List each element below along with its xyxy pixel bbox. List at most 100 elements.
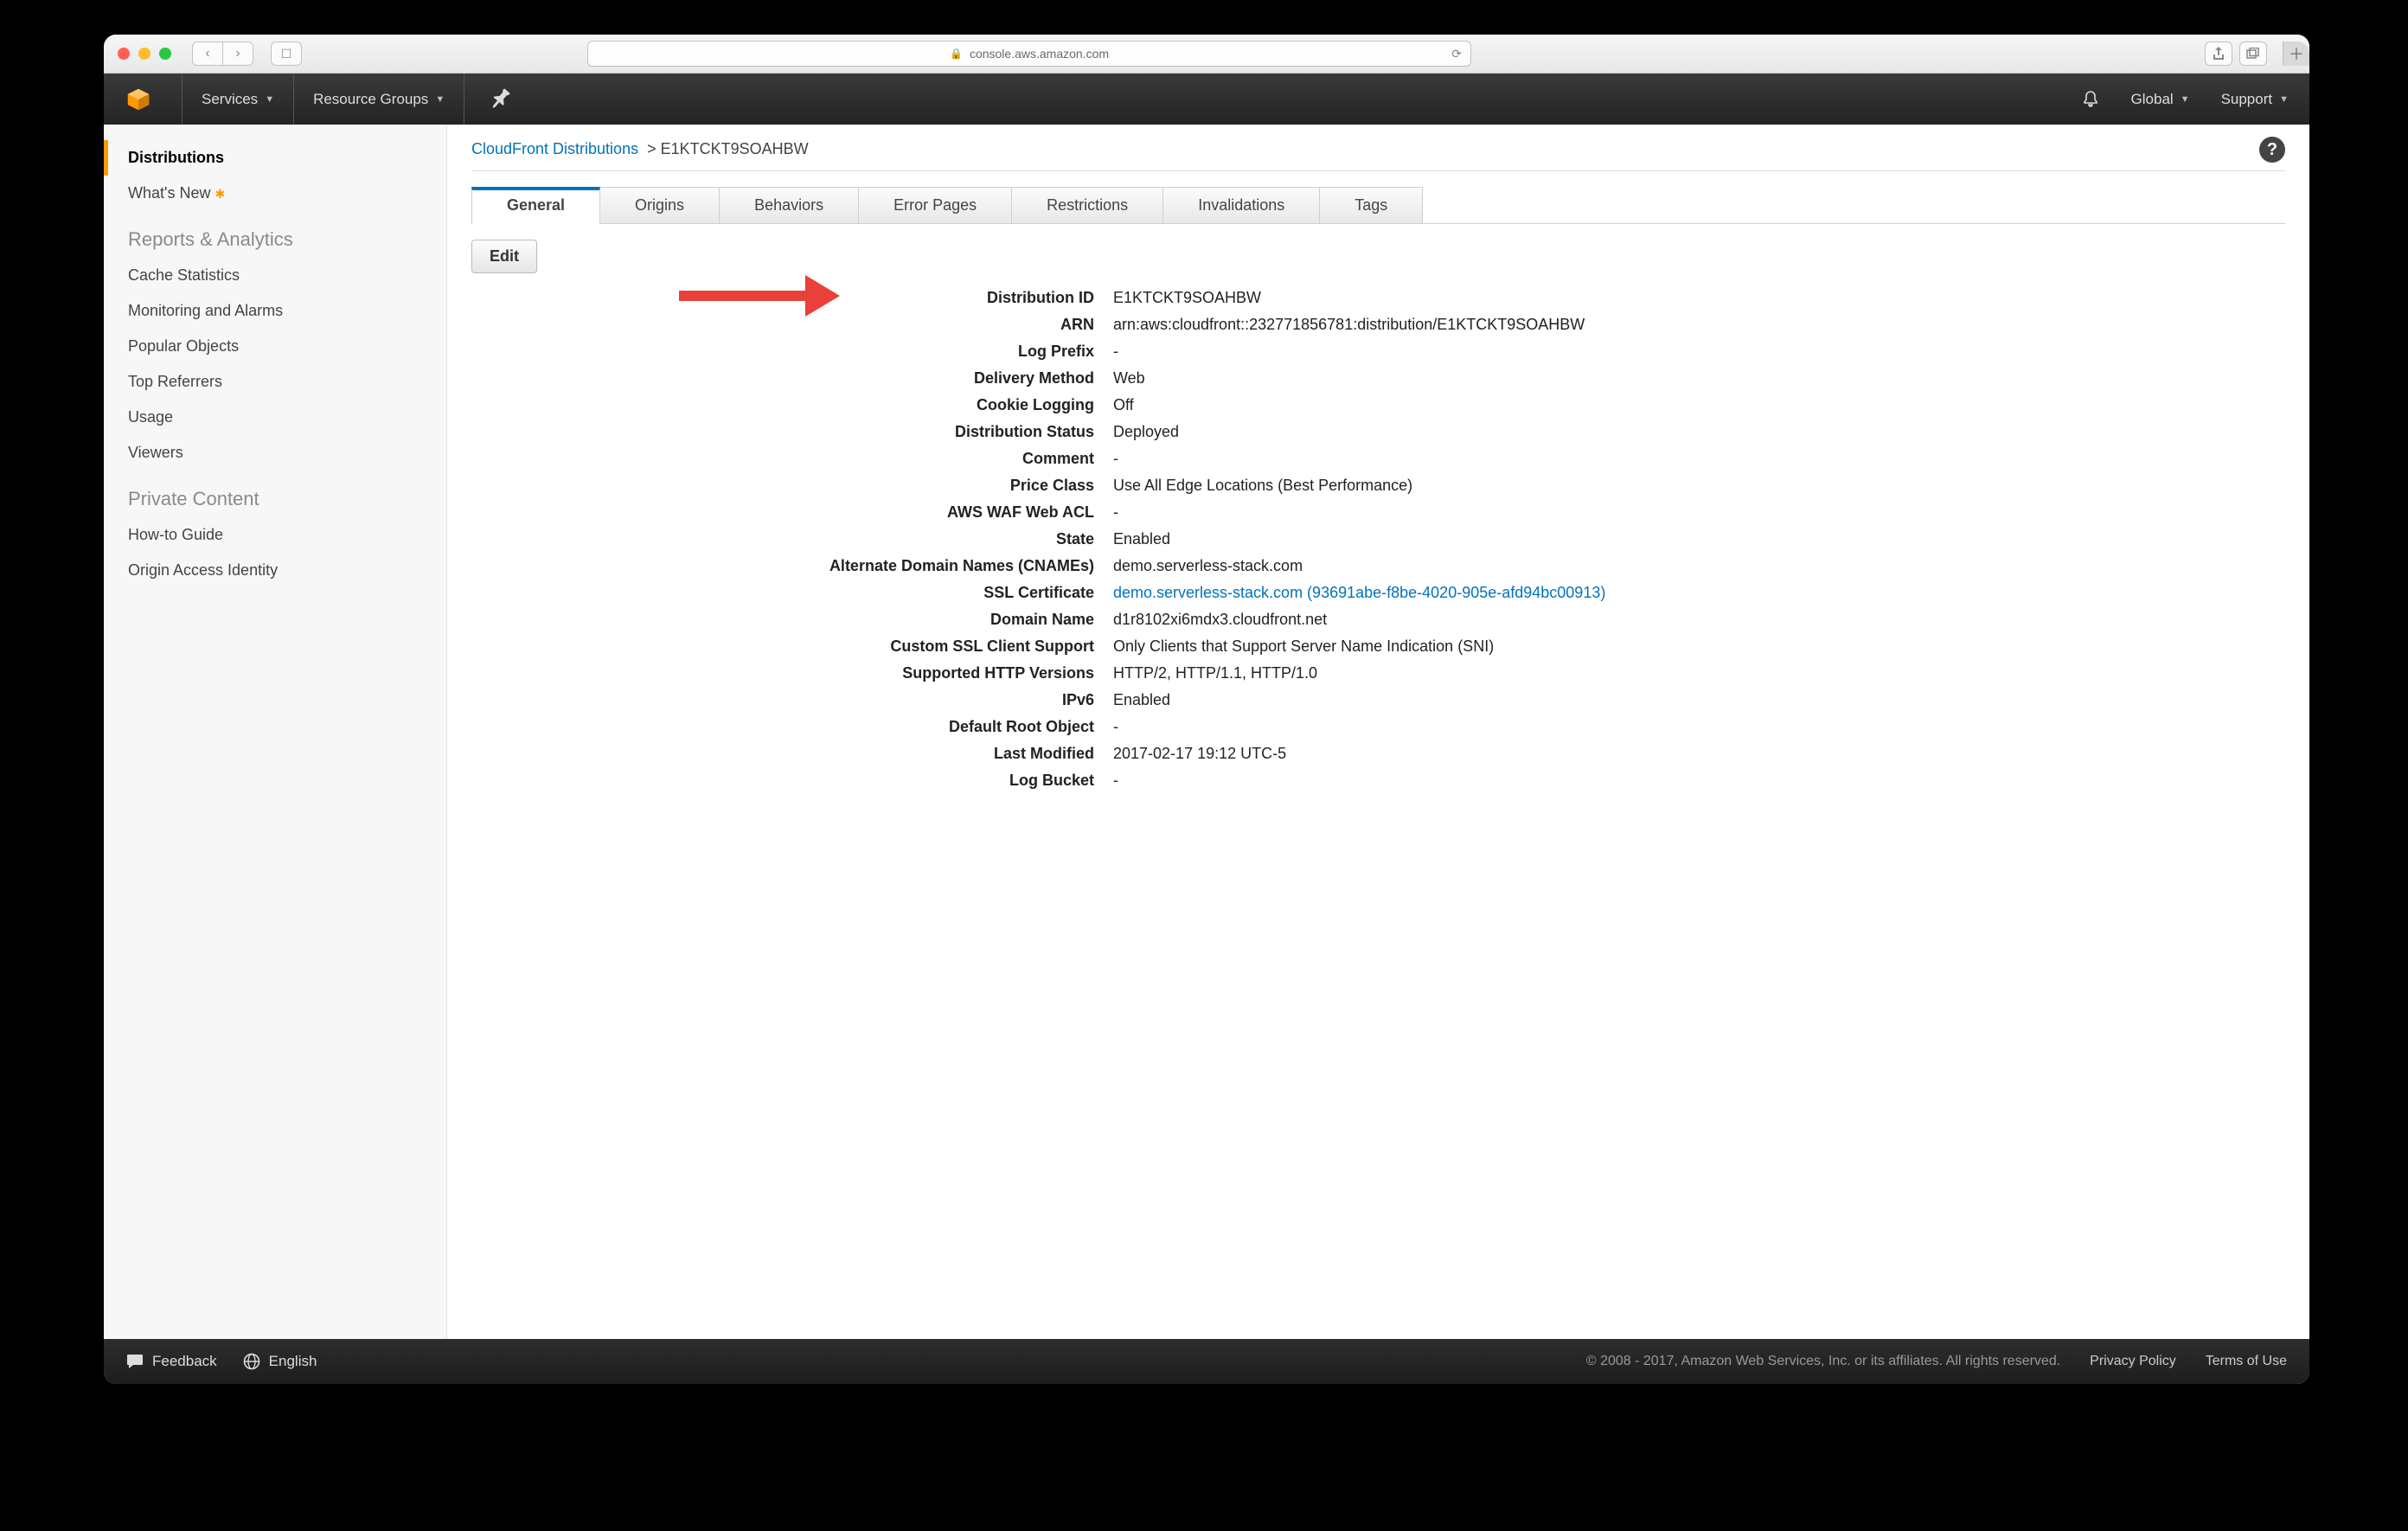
label-distribution-status: Distribution Status xyxy=(471,423,1094,441)
value-ssl-cert: demo.serverless-stack.com (93691abe-f8be… xyxy=(1113,584,2285,602)
value-price-class: Use All Edge Locations (Best Performance… xyxy=(1113,477,2285,495)
label-cookie-logging: Cookie Logging xyxy=(471,396,1094,414)
label-distribution-id: Distribution ID xyxy=(471,289,1094,307)
feedback-label: Feedback xyxy=(152,1353,217,1370)
value-last-modified: 2017-02-17 19:12 UTC-5 xyxy=(1113,745,2285,763)
copyright-text: © 2008 - 2017, Amazon Web Services, Inc.… xyxy=(1586,1354,2060,1369)
tabs-icon xyxy=(2246,48,2260,60)
help-button[interactable]: ? xyxy=(2259,137,2285,163)
caret-down-icon: ▼ xyxy=(435,94,445,105)
label-ssl-cert: SSL Certificate xyxy=(471,584,1094,602)
window-minimize-button[interactable] xyxy=(138,48,150,60)
whats-new-label: What's New xyxy=(128,184,210,202)
label-state: State xyxy=(471,530,1094,548)
sidebar-section-private: Private Content xyxy=(104,471,446,517)
new-tab-button[interactable]: ＋ xyxy=(2283,42,2309,66)
region-menu[interactable]: Global ▼ xyxy=(2128,91,2193,108)
left-nav: Distributions What's New ✱ Reports & Ana… xyxy=(104,125,447,1339)
share-icon xyxy=(2213,47,2225,61)
window-zoom-button[interactable] xyxy=(159,48,171,60)
sidebar-item-viewers[interactable]: Viewers xyxy=(104,435,446,471)
value-cnames: demo.serverless-stack.com xyxy=(1113,557,2285,575)
services-menu[interactable]: Services ▼ xyxy=(198,91,278,108)
breadcrumb: CloudFront Distributions > E1KTCKT9SOAHB… xyxy=(471,140,2285,170)
value-distribution-id: E1KTCKT9SOAHBW xyxy=(1113,289,2285,307)
speech-bubble-icon xyxy=(126,1354,144,1369)
tab-origins[interactable]: Origins xyxy=(599,187,720,223)
details-table: Distribution ID E1KTCKT9SOAHBW ARN arn:a… xyxy=(471,289,2285,790)
sidebar-item-how-to-guide[interactable]: How-to Guide xyxy=(104,517,446,553)
label-http-versions: Supported HTTP Versions xyxy=(471,664,1094,682)
sidebar-toggle-button[interactable]: ☐ xyxy=(271,42,302,66)
tab-tags[interactable]: Tags xyxy=(1319,187,1423,223)
tab-restrictions[interactable]: Restrictions xyxy=(1011,187,1163,223)
divider xyxy=(471,170,2285,171)
tab-behaviors[interactable]: Behaviors xyxy=(719,187,859,223)
sidebar-item-origin-access-identity[interactable]: Origin Access Identity xyxy=(104,553,446,588)
value-log-bucket: - xyxy=(1113,772,2285,790)
breadcrumb-root-link[interactable]: CloudFront Distributions xyxy=(471,140,638,157)
sidebar-item-popular-objects[interactable]: Popular Objects xyxy=(104,329,446,364)
label-default-root: Default Root Object xyxy=(471,718,1094,736)
bell-icon xyxy=(2081,90,2100,109)
label-custom-ssl: Custom SSL Client Support xyxy=(471,637,1094,656)
sidebar-item-cache-statistics[interactable]: Cache Statistics xyxy=(104,258,446,293)
notifications-button[interactable] xyxy=(2078,90,2104,109)
support-menu[interactable]: Support ▼ xyxy=(2218,91,2292,108)
aws-logo-icon[interactable] xyxy=(126,87,150,112)
aws-top-nav: Services ▼ Resource Groups ▼ Global ▼ xyxy=(104,74,2309,126)
feedback-button[interactable]: Feedback xyxy=(126,1353,217,1370)
value-waf-acl: - xyxy=(1113,503,2285,522)
label-waf-acl: AWS WAF Web ACL xyxy=(471,503,1094,522)
tab-general[interactable]: General xyxy=(471,187,600,223)
label-log-bucket: Log Bucket xyxy=(471,772,1094,790)
resource-groups-label: Resource Groups xyxy=(313,91,428,108)
browser-titlebar: ‹ › ☐ 🔒 console.aws.amazon.com ⟳ ＋ xyxy=(104,35,2309,74)
language-selector[interactable]: English xyxy=(243,1353,317,1370)
label-cnames: Alternate Domain Names (CNAMEs) xyxy=(471,557,1094,575)
sidebar-item-usage[interactable]: Usage xyxy=(104,400,446,435)
value-distribution-status: Deployed xyxy=(1113,423,2285,441)
region-label: Global xyxy=(2131,91,2174,108)
label-arn: ARN xyxy=(471,316,1094,334)
value-custom-ssl: Only Clients that Support Server Name In… xyxy=(1113,637,2285,656)
resource-groups-menu[interactable]: Resource Groups ▼ xyxy=(310,91,448,108)
sidebar-item-whats-new[interactable]: What's New ✱ xyxy=(104,176,446,211)
ssl-cert-link[interactable]: demo.serverless-stack.com (93691abe-f8be… xyxy=(1113,584,1605,601)
value-ipv6: Enabled xyxy=(1113,691,2285,709)
value-state: Enabled xyxy=(1113,530,2285,548)
sidebar-item-distributions[interactable]: Distributions xyxy=(104,140,446,176)
tab-invalidations[interactable]: Invalidations xyxy=(1162,187,1320,223)
label-delivery-method: Delivery Method xyxy=(471,369,1094,388)
value-delivery-method: Web xyxy=(1113,369,2285,388)
browser-url-bar[interactable]: 🔒 console.aws.amazon.com ⟳ xyxy=(587,41,1471,67)
tab-error-pages[interactable]: Error Pages xyxy=(858,187,1012,223)
nav-forward-button[interactable]: › xyxy=(222,42,253,65)
sidebar-section-reports: Reports & Analytics xyxy=(104,211,446,258)
label-log-prefix: Log Prefix xyxy=(471,343,1094,361)
pin-shortcut-button[interactable] xyxy=(480,88,515,111)
reload-icon[interactable]: ⟳ xyxy=(1451,47,1462,61)
privacy-link[interactable]: Privacy Policy xyxy=(2090,1354,2176,1369)
label-domain-name: Domain Name xyxy=(471,611,1094,629)
value-default-root: - xyxy=(1113,718,2285,736)
tabs-button[interactable] xyxy=(2239,42,2267,66)
aws-footer: Feedback English © 2008 - 2017, Amazon W… xyxy=(104,1339,2309,1384)
value-arn: arn:aws:cloudfront::232771856781:distrib… xyxy=(1113,316,2285,334)
value-domain-name: d1r8102xi6mdx3.cloudfront.net xyxy=(1113,611,2285,629)
terms-link[interactable]: Terms of Use xyxy=(2206,1354,2287,1369)
lock-icon: 🔒 xyxy=(950,48,963,60)
url-text: console.aws.amazon.com xyxy=(970,47,1109,61)
label-comment: Comment xyxy=(471,450,1094,468)
nav-back-button[interactable]: ‹ xyxy=(193,42,222,65)
support-label: Support xyxy=(2221,91,2273,108)
edit-button[interactable]: Edit xyxy=(471,240,537,273)
window-close-button[interactable] xyxy=(118,48,130,60)
sidebar-item-top-referrers[interactable]: Top Referrers xyxy=(104,364,446,400)
share-button[interactable] xyxy=(2205,42,2232,66)
sidebar-item-monitoring[interactable]: Monitoring and Alarms xyxy=(104,293,446,329)
value-log-prefix: - xyxy=(1113,343,2285,361)
pin-icon xyxy=(484,84,516,116)
value-cookie-logging: Off xyxy=(1113,396,2285,414)
value-http-versions: HTTP/2, HTTP/1.1, HTTP/1.0 xyxy=(1113,664,2285,682)
